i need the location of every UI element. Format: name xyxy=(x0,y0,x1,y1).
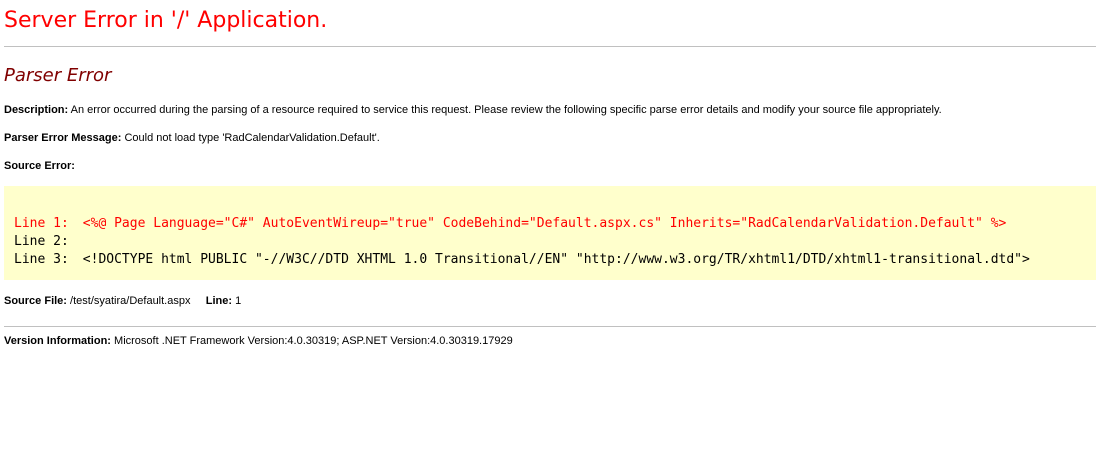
code-line-content: <!DOCTYPE html PUBLIC "-//W3C//DTD XHTML… xyxy=(82,252,1030,267)
description-label: Description: xyxy=(4,104,69,116)
code-line-error: Line 1: <%@ Page Language="C#" AutoEventW… xyxy=(14,215,1006,233)
divider-top xyxy=(4,46,1096,47)
code-line: Line 2: xyxy=(14,233,83,251)
source-error-line: Source Error: xyxy=(4,160,75,172)
code-line-label: Line 1: xyxy=(14,216,69,231)
error-message-label: Parser Error Message: xyxy=(4,132,122,144)
error-message-line: Parser Error Message: Could not load typ… xyxy=(4,132,380,144)
code-line: Line 3: <!DOCTYPE html PUBLIC "-//W3C//DT… xyxy=(14,251,1030,269)
source-file-line: Source File: /test/syatira/Default.aspx … xyxy=(4,295,241,307)
source-code-box: Line 1: <%@ Page Language="C#" AutoEventW… xyxy=(4,186,1096,280)
divider-bottom xyxy=(4,326,1096,327)
error-message-text: Could not load type 'RadCalendarValidati… xyxy=(124,132,380,144)
version-label: Version Information: xyxy=(4,335,111,347)
source-file-label: Source File: xyxy=(4,295,67,307)
version-information-line: Version Information: Microsoft .NET Fram… xyxy=(4,335,513,347)
source-file-path: /test/syatira/Default.aspx xyxy=(70,295,191,307)
source-error-label: Source Error: xyxy=(4,160,75,172)
code-line-content: <%@ Page Language="C#" AutoEventWireup="… xyxy=(82,216,1007,231)
code-line-label: Line 3: xyxy=(14,252,69,267)
version-text: Microsoft .NET Framework Version:4.0.303… xyxy=(114,335,513,347)
description-line: Description: An error occurred during th… xyxy=(4,104,942,116)
description-text: An error occurred during the parsing of … xyxy=(70,104,942,116)
source-line-number: 1 xyxy=(235,295,242,307)
code-line-label: Line 2: xyxy=(14,234,69,249)
error-type-heading: Parser Error xyxy=(4,65,112,86)
source-line-label: Line: xyxy=(205,295,233,307)
page-title: Server Error in '/' Application. xyxy=(4,8,328,33)
